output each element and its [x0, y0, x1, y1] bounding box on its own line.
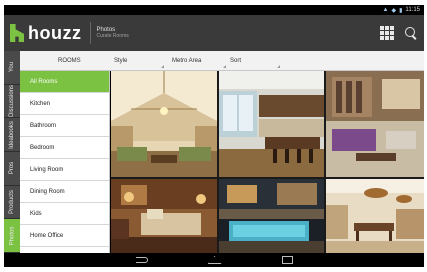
app-bar: houzz Photos Curate Rooms	[4, 15, 424, 51]
tab-discussions[interactable]: Discussions	[4, 85, 20, 119]
photo-tile-dining-room[interactable]	[326, 179, 424, 253]
brand-name[interactable]: houzz	[28, 23, 82, 44]
photo-tile-exterior[interactable]	[219, 179, 324, 253]
tablet-screen: ▲ ◆ ▮ 11:15 houzz Photos Curate Rooms Yo…	[4, 5, 424, 267]
grid-view-icon[interactable]	[380, 26, 394, 40]
room-item-kids[interactable]: Kids	[20, 203, 109, 225]
style-filter-label: Style	[114, 58, 128, 64]
room-item-bedroom[interactable]: Bedroom	[20, 137, 109, 159]
room-item-bathroom[interactable]: Bathroom	[20, 115, 109, 137]
app-section-titles: Photos Curate Rooms	[97, 27, 129, 39]
living-room-photo	[111, 71, 217, 177]
search-icon[interactable]	[404, 26, 418, 40]
rooms-header: ROOMS	[58, 58, 81, 64]
tab-you[interactable]: You	[4, 51, 20, 85]
photo-tile-bedroom[interactable]	[111, 179, 217, 253]
tab-photos[interactable]: Photos	[4, 219, 20, 254]
metro-area-filter[interactable]: Metro Area	[172, 51, 228, 71]
dropdown-corner-icon	[223, 65, 226, 68]
bedroom-photo	[111, 179, 217, 253]
app-bar-divider	[89, 22, 91, 44]
dropdown-corner-icon	[161, 65, 164, 68]
back-icon[interactable]	[135, 257, 148, 263]
sort-filter-label: Sort	[230, 58, 242, 64]
battery-icon: ▮	[399, 7, 403, 14]
tab-products[interactable]: Products	[4, 186, 20, 220]
tab-pros[interactable]: Pros	[4, 152, 20, 186]
photo-tile-lounge[interactable]	[326, 71, 424, 177]
metro-area-filter-label: Metro Area	[172, 58, 202, 64]
app-bar-actions	[380, 26, 424, 40]
exterior-photo	[219, 179, 324, 253]
section-subtitle: Curate Rooms	[96, 32, 129, 39]
houzz-logo-icon[interactable]	[10, 24, 24, 42]
recent-apps-icon[interactable]	[281, 256, 293, 264]
photo-tile-kitchen[interactable]	[219, 71, 324, 177]
sort-filter[interactable]: Sort	[230, 51, 282, 71]
status-time: 11:15	[405, 7, 420, 13]
room-item-home-office[interactable]: Home Office	[20, 225, 109, 247]
side-tabs: You Discussions Ideabooks Pros Products …	[4, 51, 20, 254]
status-bar: ▲ ◆ ▮ 11:15	[4, 5, 424, 15]
tab-ideabooks[interactable]: Ideabooks	[4, 118, 20, 153]
system-nav-bar	[4, 253, 424, 267]
wifi-icon: ◆	[391, 7, 397, 14]
photo-grid	[111, 71, 424, 253]
room-item-dining-room[interactable]: Dining Room	[20, 181, 109, 203]
kitchen-photo	[219, 71, 324, 177]
dining-room-photo	[326, 179, 424, 253]
room-list: All Rooms Kitchen Bathroom Bedroom Livin…	[20, 71, 110, 261]
signal-icon: ▲	[382, 7, 389, 13]
lounge-photo	[326, 71, 424, 177]
filter-bar: ROOMS Style Metro Area Sort	[20, 51, 424, 71]
photo-tile-living-room[interactable]	[111, 71, 217, 177]
dropdown-corner-icon	[277, 65, 280, 68]
room-item-living-room[interactable]: Living Room	[20, 159, 109, 181]
home-icon[interactable]	[207, 256, 222, 264]
style-filter[interactable]: Style	[114, 51, 168, 71]
room-item-kitchen[interactable]: Kitchen	[20, 93, 109, 115]
room-item-all-rooms[interactable]: All Rooms	[20, 71, 109, 93]
